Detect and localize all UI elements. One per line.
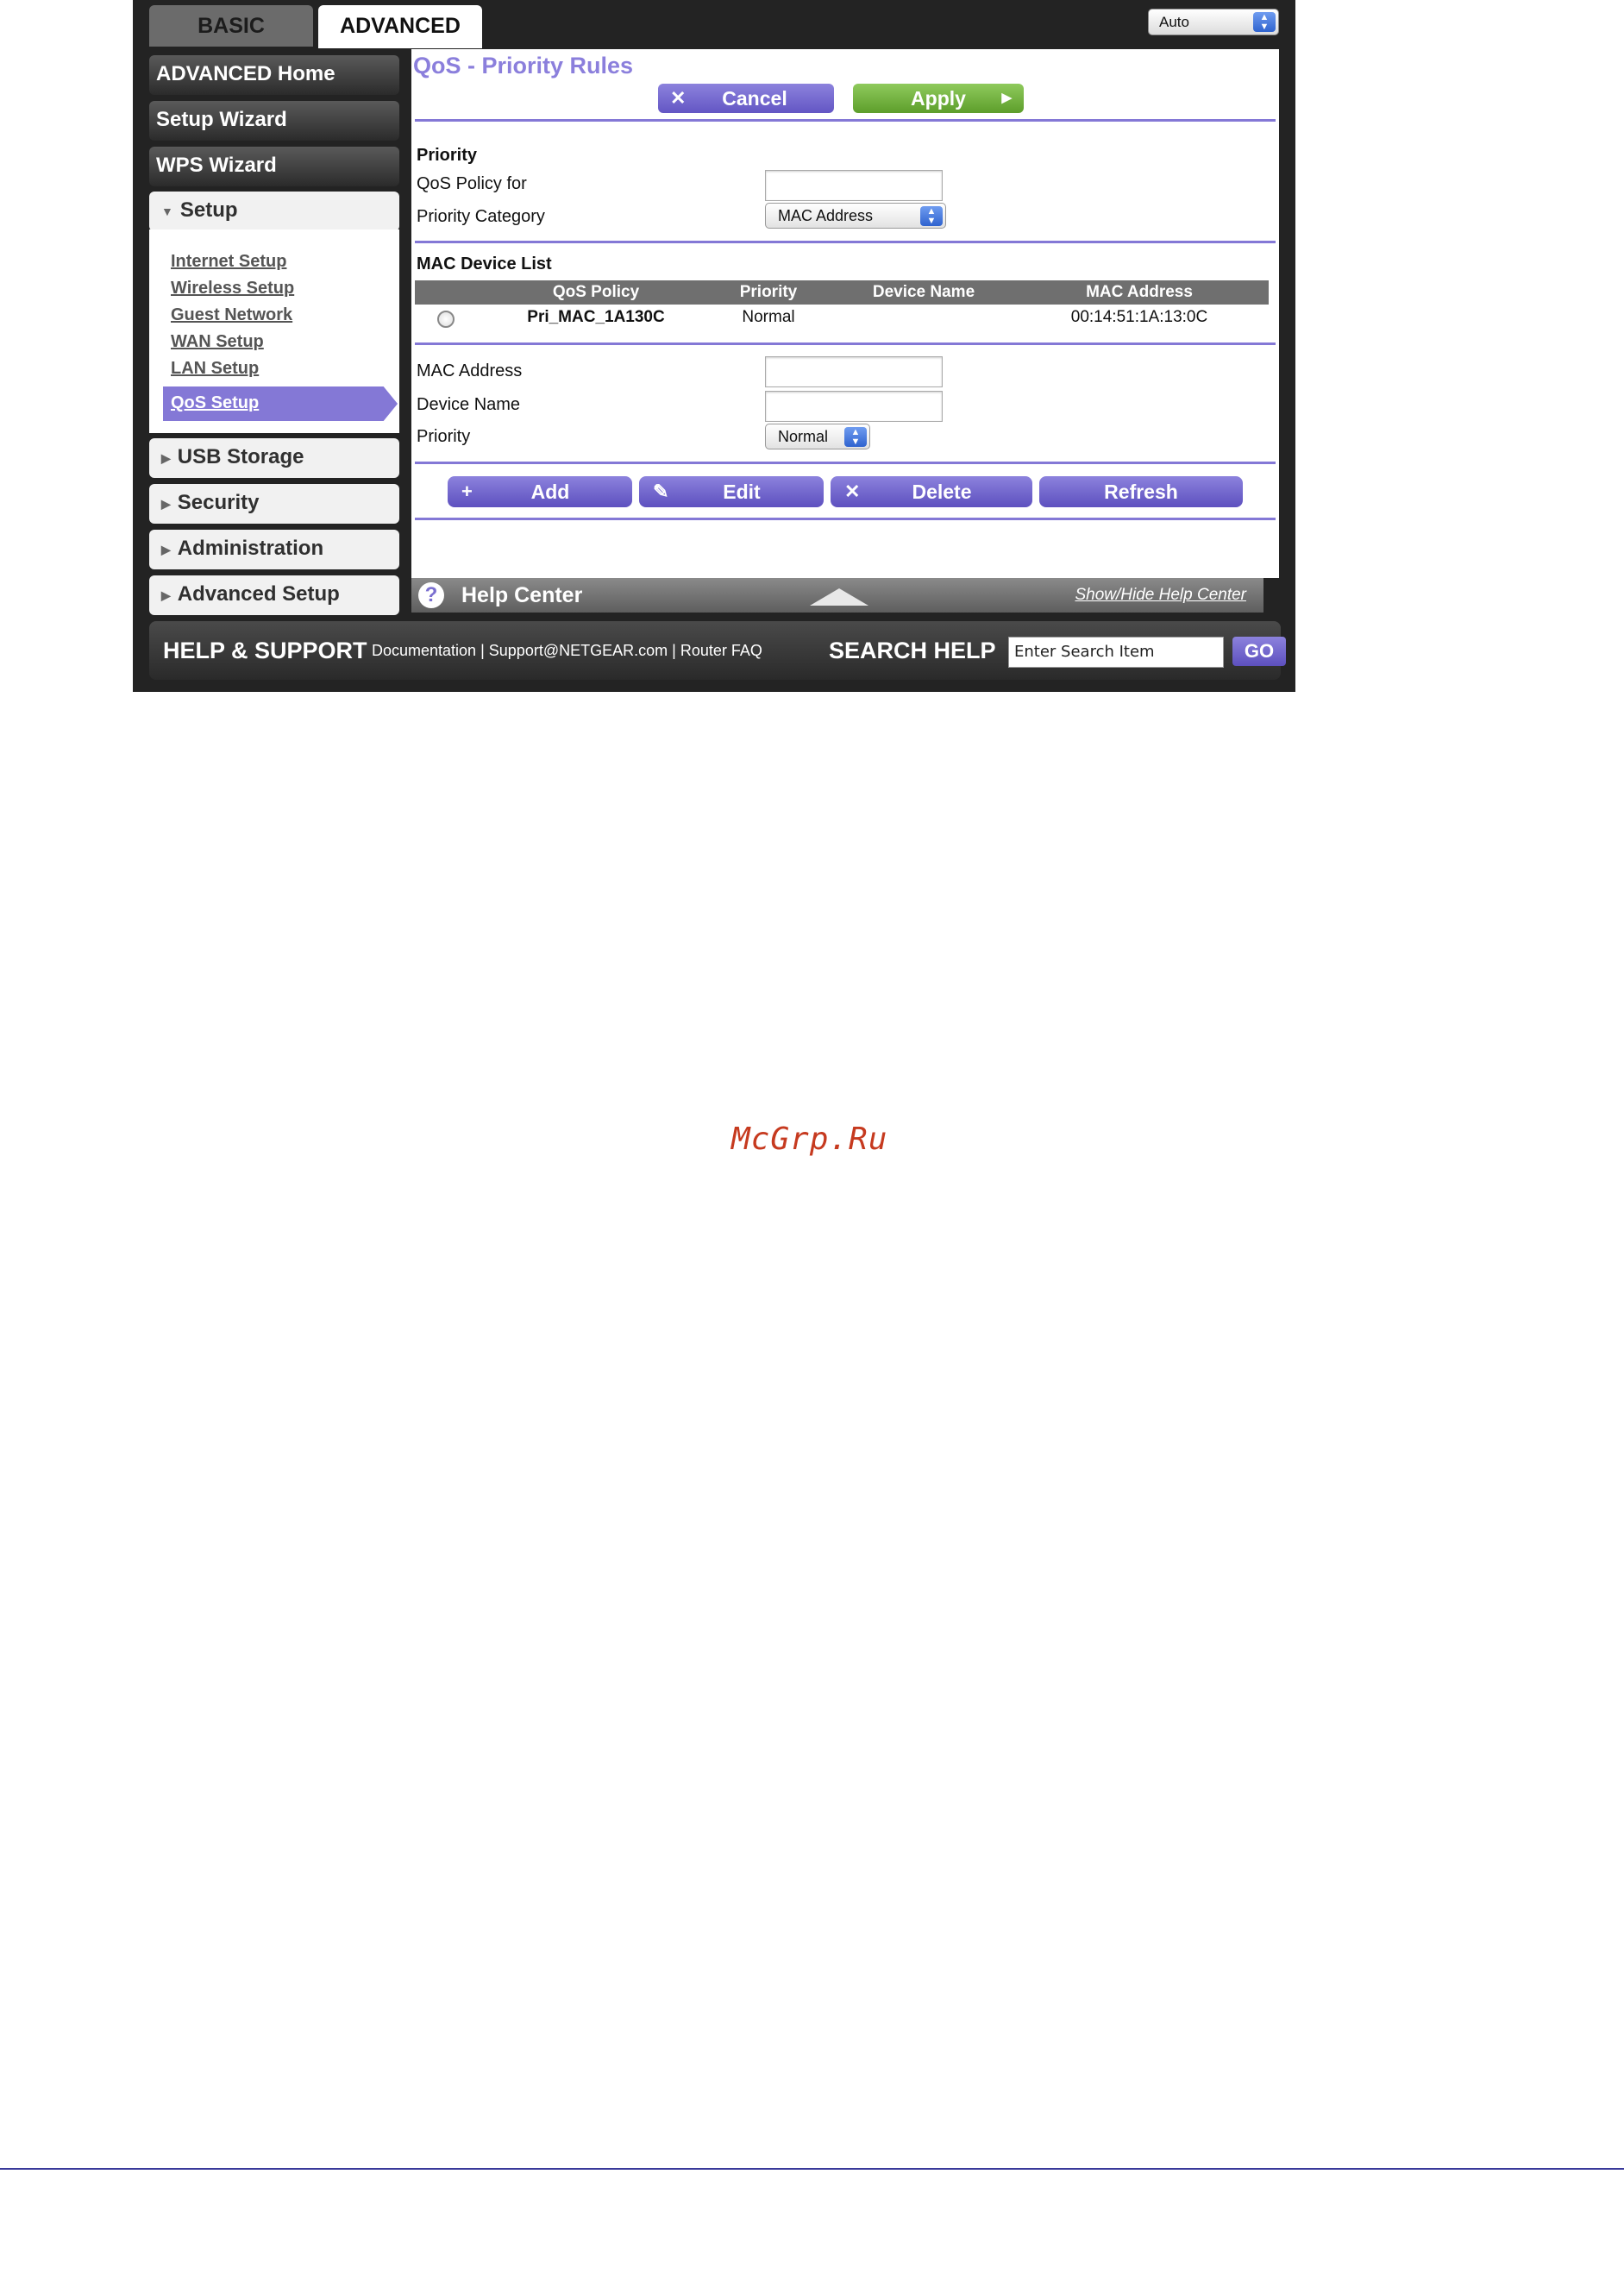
sidebar-item-lan-setup[interactable]: LAN Setup <box>171 359 259 379</box>
sidebar-item-internet-setup[interactable]: Internet Setup <box>171 252 286 272</box>
nav-administration-label: Administration <box>177 537 324 560</box>
cell-priority: Normal <box>742 308 795 326</box>
question-icon: ? <box>418 582 444 608</box>
apply-label: Apply <box>911 87 966 110</box>
sidebar-item-wireless-setup[interactable]: Wireless Setup <box>171 279 294 298</box>
row-select-radio[interactable] <box>437 311 455 328</box>
mac-table-header: QoS Policy Priority Device Name MAC Addr… <box>415 280 1269 305</box>
qos-policy-label: QoS Policy for <box>417 174 527 193</box>
delete-button[interactable]: ✕ Delete <box>831 476 1032 507</box>
footer-links: Documentation | Support@NETGEAR.com | Ro… <box>372 621 762 680</box>
sidebar-item-guest-network[interactable]: Guest Network <box>171 305 292 325</box>
cancel-label: Cancel <box>722 87 787 110</box>
footer-title: HELP & SUPPORT <box>163 638 367 663</box>
priority-category-label: Priority Category <box>417 207 545 226</box>
search-input[interactable]: Enter Search Item <box>1008 637 1224 668</box>
router-admin-window: BASIC ADVANCED Auto ▲ ▼ ADVANCED Home Set… <box>133 0 1295 692</box>
divider <box>415 119 1276 122</box>
nav-usb-storage[interactable]: ▶ USB Storage <box>149 438 399 478</box>
collapsed-triangle-icon: ▶ <box>161 496 171 511</box>
refresh-button[interactable]: Refresh <box>1039 476 1243 507</box>
play-arrow-icon: ▶ <box>1001 91 1012 105</box>
collapsed-triangle-icon: ▶ <box>161 450 171 465</box>
nav-setup-wizard[interactable]: Setup Wizard <box>149 101 399 141</box>
language-select[interactable]: Auto ▲ ▼ <box>1148 9 1279 35</box>
documentation-link[interactable]: Documentation <box>372 642 476 659</box>
apply-button[interactable]: Apply ▶ <box>853 84 1024 113</box>
select-arrows-icon: ▲ ▼ <box>920 206 943 226</box>
search-help-label: SEARCH HELP <box>829 638 996 663</box>
mac-device-list-heading: MAC Device List <box>417 254 552 273</box>
tab-basic[interactable]: BASIC <box>149 5 313 47</box>
select-arrows-icon: ▲ ▼ <box>844 427 867 447</box>
nav-usb-storage-label: USB Storage <box>177 445 304 468</box>
nav-advanced-setup[interactable]: ▶ Advanced Setup <box>149 575 399 615</box>
device-name-label: Device Name <box>417 395 521 414</box>
page-title: QoS - Priority Rules <box>413 53 634 79</box>
help-center-bar[interactable]: ? Help Center Show/Hide Help Center <box>411 578 1263 613</box>
priority-select[interactable]: Normal ▲ ▼ <box>765 424 870 449</box>
divider <box>415 518 1276 520</box>
link-separator: | <box>480 642 489 659</box>
cell-mac-address: 00:14:51:1A:13:0C <box>1070 308 1208 326</box>
collapsed-triangle-icon: ▶ <box>161 542 171 556</box>
go-button[interactable]: GO <box>1232 637 1286 666</box>
show-hide-help-link[interactable]: Show/Hide Help Center <box>1075 578 1246 613</box>
add-button[interactable]: + Add <box>448 476 632 507</box>
qos-policy-input[interactable] <box>765 170 943 201</box>
nav-setup[interactable]: ▼ Setup <box>149 192 399 231</box>
divider <box>415 241 1276 243</box>
link-separator: | <box>672 642 680 659</box>
mac-address-label: MAC Address <box>417 361 523 380</box>
refresh-label: Refresh <box>1104 481 1178 503</box>
cancel-button[interactable]: ✕ Cancel <box>658 84 834 113</box>
priority-category-select[interactable]: MAC Address ▲ ▼ <box>765 203 946 229</box>
select-arrows-icon: ▲ ▼ <box>1253 12 1276 32</box>
nav-advanced-home[interactable]: ADVANCED Home <box>149 55 399 95</box>
nav-security[interactable]: ▶ Security <box>149 484 399 524</box>
page-bottom-rule <box>0 2168 1624 2170</box>
collapsed-triangle-icon: ▶ <box>161 588 171 602</box>
help-support-footer: HELP & SUPPORT Documentation | Support@N… <box>149 621 1286 680</box>
expand-arrow-icon[interactable] <box>810 588 868 606</box>
priority-heading: Priority <box>417 146 478 165</box>
expanded-triangle-icon: ▼ <box>161 204 173 218</box>
device-name-input[interactable] <box>765 391 943 422</box>
divider <box>415 462 1276 464</box>
priority-select-value: Normal <box>778 428 829 445</box>
divider <box>415 342 1276 345</box>
nav-setup-label: Setup <box>179 198 238 222</box>
col-mac-address: MAC Address <box>1086 283 1193 301</box>
content-panel: QoS - Priority Rules ✕ Cancel Apply ▶ Pr… <box>411 49 1279 578</box>
mac-address-input[interactable] <box>765 356 943 387</box>
delete-label: Delete <box>912 481 972 503</box>
nav-administration[interactable]: ▶ Administration <box>149 530 399 569</box>
help-center-label: Help Center <box>461 583 583 607</box>
priority-label: Priority <box>417 427 471 446</box>
sidebar-item-qos-setup[interactable]: QoS Setup <box>171 393 259 413</box>
add-label: Add <box>530 481 570 503</box>
priority-category-value: MAC Address <box>778 207 874 224</box>
tab-advanced[interactable]: ADVANCED <box>318 5 482 48</box>
nav-security-label: Security <box>177 491 260 514</box>
nav-advanced-setup-label: Advanced Setup <box>177 582 340 606</box>
router-faq-link[interactable]: Router FAQ <box>680 642 762 659</box>
edit-button[interactable]: ✎ Edit <box>639 476 824 507</box>
watermark: McGrp.Ru <box>731 1122 888 1157</box>
language-select-value: Auto <box>1159 14 1189 30</box>
cell-qos-policy: Pri_MAC_1A130C <box>527 308 665 326</box>
edit-label: Edit <box>723 481 761 503</box>
col-qos-policy: QoS Policy <box>552 283 640 301</box>
nav-wps-wizard[interactable]: WPS Wizard <box>149 147 399 186</box>
sidebar-item-wan-setup[interactable]: WAN Setup <box>171 332 264 352</box>
col-device-name: Device Name <box>872 283 975 301</box>
col-priority: Priority <box>739 283 798 301</box>
support-email-link[interactable]: Support@NETGEAR.com <box>489 642 668 659</box>
